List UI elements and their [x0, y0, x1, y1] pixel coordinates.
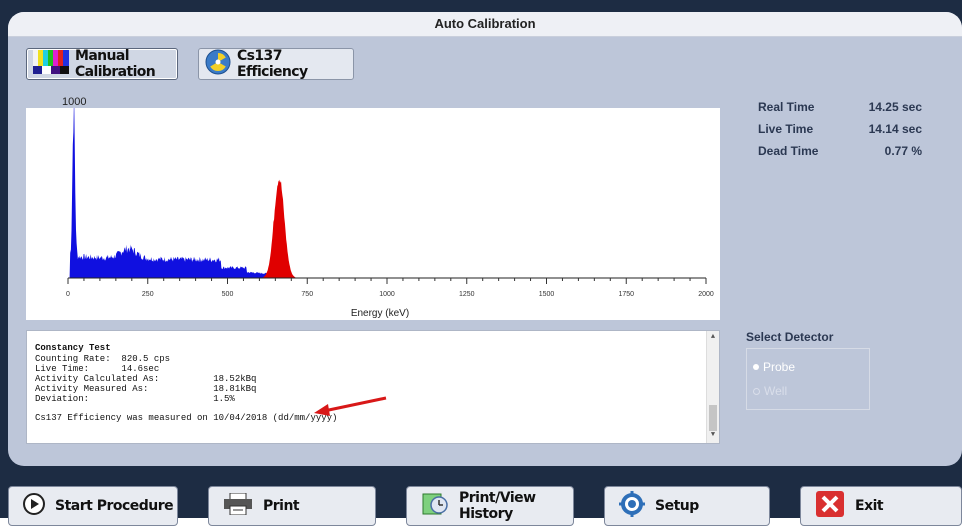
timing-stats: Real Time 14.25 sec Live Time 14.14 sec … [758, 96, 922, 162]
color-bars-icon [33, 50, 69, 78]
y-max-label: 1000 [62, 96, 87, 108]
window-title: Auto Calibration [8, 12, 962, 37]
scroll-thumb[interactable] [709, 405, 717, 431]
history-icon [421, 492, 449, 520]
x-tick-label: 750 [301, 291, 313, 298]
tab-label: Manual Calibration [75, 48, 156, 80]
button-label: Print/View History [459, 490, 536, 522]
radio-label: Probe [763, 360, 796, 374]
report-title: Constancy Test [35, 343, 111, 353]
x-tick-label: 0 [66, 291, 70, 298]
report-row: Counting Rate: 820.5 cps [35, 354, 171, 364]
report-row: Activity Calculated As: 18.52kBq [35, 374, 257, 384]
exit-button[interactable]: Exit [800, 486, 962, 526]
detector-panel: Select Detector Probe Well [746, 330, 870, 410]
radio-label: Well [764, 384, 788, 398]
button-label: Setup [655, 498, 699, 514]
radiation-icon [205, 49, 231, 79]
radio-probe[interactable]: Probe [753, 355, 863, 379]
report-row: Live Time: 14.6sec [35, 364, 160, 374]
dead-time-row: Dead Time 0.77 % [758, 140, 922, 162]
constancy-report[interactable]: Constancy Test Counting Rate: 820.5 cps … [26, 330, 720, 444]
stat-label: Dead Time [758, 144, 819, 158]
report-row: Activity Measured As: 18.81kBq [35, 384, 257, 394]
detector-options: Probe Well [746, 348, 870, 410]
play-icon [23, 493, 45, 519]
report-footer: Cs137 Efficiency was measured on 10/04/2… [35, 413, 338, 423]
report-scrollbar[interactable]: ▲ ▼ [706, 331, 719, 443]
tab-label: Cs137 Efficiency [237, 48, 308, 80]
setup-button[interactable]: Setup [604, 486, 770, 526]
print-button[interactable]: Print [208, 486, 376, 526]
stat-value: 0.77 % [884, 144, 922, 158]
stat-label: Live Time [758, 122, 814, 136]
printer-icon [223, 492, 253, 519]
live-time-row: Live Time 14.14 sec [758, 118, 922, 140]
report-row: Deviation: 1.5% [35, 394, 235, 404]
start-procedure-button[interactable]: Start Procedure [8, 486, 178, 526]
x-tick-label: 1500 [539, 291, 555, 298]
x-tick-label: 2000 [698, 291, 714, 298]
stat-label: Real Time [758, 100, 815, 114]
button-label: Exit [855, 498, 884, 514]
stat-value: 14.25 sec [868, 100, 922, 114]
detector-title: Select Detector [746, 330, 834, 344]
real-time-row: Real Time 14.25 sec [758, 96, 922, 118]
x-tick-label: 250 [142, 291, 154, 298]
radio-selected-icon [753, 364, 759, 370]
spectrum-chart: 0 250 500 750 1000 1250 1500 1750 2000 [66, 91, 714, 298]
cs137-photopeak [262, 179, 298, 278]
radio-well[interactable]: Well [753, 379, 863, 403]
x-tick-label: 1000 [379, 291, 395, 298]
stat-value: 14.14 sec [868, 122, 922, 136]
close-icon [815, 490, 845, 522]
scroll-down-arrow-icon[interactable]: ▼ [708, 431, 718, 439]
scroll-up-arrow-icon[interactable]: ▲ [708, 333, 718, 341]
print-view-history-button[interactable]: Print/View History [406, 486, 574, 526]
x-tick-label: 1750 [618, 291, 634, 298]
x-tick-label: 500 [222, 291, 234, 298]
tab-manual-calibration[interactable]: Manual Calibration [26, 48, 178, 80]
app-screen: Auto Calibration Manual Calibration Cs13… [0, 0, 962, 526]
tab-cs137-efficiency[interactable]: Cs137 Efficiency [198, 48, 354, 80]
button-label: Print [263, 498, 300, 514]
spectrum-continuum [69, 91, 292, 279]
x-axis-ticks: 0 250 500 750 1000 1250 1500 1750 2000 [66, 278, 714, 298]
x-axis-label: Energy (keV) [350, 308, 410, 319]
button-label: Start Procedure [55, 498, 174, 514]
radio-unselected-icon [753, 387, 760, 395]
spectrum-plot: 0 250 500 750 1000 1250 1500 1750 2000 [26, 91, 720, 320]
x-tick-label: 1250 [459, 291, 475, 298]
gear-icon [619, 491, 645, 521]
red-arrow-annotation [314, 396, 387, 416]
